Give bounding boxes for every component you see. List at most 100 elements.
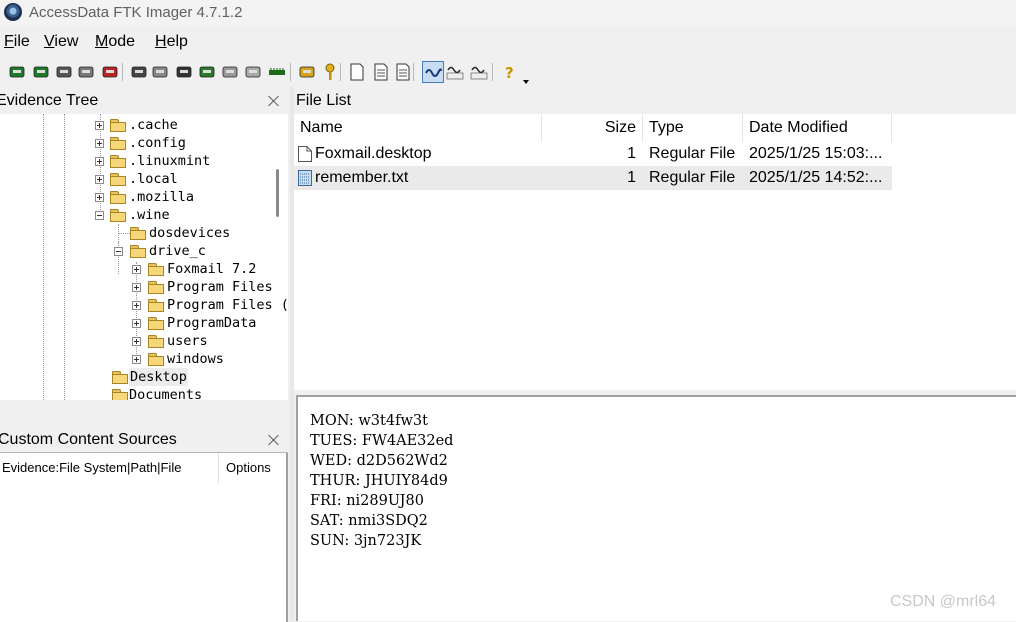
folder-icon <box>112 371 128 384</box>
image-mount-icon[interactable] <box>55 63 73 81</box>
tree-item[interactable]: dosdevices <box>0 224 288 242</box>
ccs-column-evidence[interactable]: Evidence:File System|Path|File <box>0 453 219 483</box>
menu-mode[interactable]: Mode <box>95 33 135 51</box>
toolbar-separator <box>492 63 493 81</box>
tree-item-label: ProgramData <box>167 315 257 331</box>
tree-item[interactable]: ProgramData <box>0 314 288 332</box>
tree-item[interactable]: .config <box>0 134 288 152</box>
dropdown-arrow-icon[interactable] <box>522 72 530 84</box>
column-header-type[interactable]: Type <box>643 114 743 142</box>
evidence-tree-header: Evidence Tree <box>0 88 290 114</box>
file-size: 1 <box>627 169 636 186</box>
expand-icon[interactable] <box>95 193 104 202</box>
add-all-evidence-icon[interactable] <box>32 63 50 81</box>
expand-icon[interactable] <box>132 319 141 328</box>
tree-item[interactable]: .cache <box>0 116 288 134</box>
evidence-tree-title: Evidence Tree <box>0 92 99 109</box>
expand-icon[interactable] <box>95 157 104 166</box>
tree-item[interactable]: .wine <box>0 206 288 224</box>
column-name-label: Name <box>300 119 343 136</box>
text-view-icon[interactable] <box>446 63 464 81</box>
evidence-tree-close-icon[interactable] <box>268 95 280 107</box>
file-row[interactable]: Foxmail.desktop 1 Regular File 2025/1/25 15… <box>294 142 892 166</box>
tree-item[interactable]: Program Files (x86) <box>0 296 288 314</box>
expand-icon[interactable] <box>132 337 141 346</box>
file-type: Regular File <box>649 145 736 162</box>
tree-item-label: Foxmail 7.2 <box>167 261 257 277</box>
column-header-name[interactable]: Name <box>294 114 542 142</box>
tree-item[interactable]: Desktop <box>0 368 288 386</box>
file-date-modified: 2025/1/25 14:52:... <box>749 169 883 186</box>
collapse-icon[interactable] <box>114 247 123 256</box>
expand-icon[interactable] <box>132 301 141 310</box>
tree-item-label: windows <box>167 351 224 367</box>
tree-vertical-scrollbar[interactable] <box>276 169 279 217</box>
folder-icon <box>130 245 146 258</box>
ccs-column-options[interactable]: Options <box>219 453 288 483</box>
tree-item[interactable]: Program Files <box>0 278 288 296</box>
help-icon[interactable]: ? <box>500 63 518 82</box>
column-type-label: Type <box>649 119 684 136</box>
evidence-tree: .cache .config .linuxmint .local .mozilla .wi… <box>0 114 288 400</box>
app-logo-icon <box>4 3 22 21</box>
verify-drive-icon[interactable] <box>268 63 286 81</box>
new-file-icon[interactable] <box>348 63 366 81</box>
tree-item[interactable]: .mozilla <box>0 188 288 206</box>
expand-icon[interactable] <box>132 265 141 274</box>
expand-icon[interactable] <box>95 139 104 148</box>
expand-icon[interactable] <box>95 175 104 184</box>
auto-view-icon[interactable] <box>422 61 444 83</box>
expand-icon[interactable] <box>132 355 141 364</box>
hex-view-icon[interactable] <box>470 63 488 81</box>
tree-item[interactable]: .linuxmint <box>0 152 288 170</box>
tree-item[interactable]: windows <box>0 350 288 368</box>
tree-item-label: .mozilla <box>129 189 195 205</box>
folder-icon <box>148 263 164 276</box>
export-hash-list-icon[interactable] <box>298 63 316 81</box>
window-title: AccessData FTK Imager 4.7.1.2 <box>29 4 243 21</box>
ccs-border <box>286 453 288 622</box>
folder-icon <box>148 353 164 366</box>
tree-item[interactable]: .local <box>0 170 288 188</box>
add-evidence-icon[interactable] <box>8 63 26 81</box>
text-viewer[interactable]: MON: w3t4fw3t TUES: FW4AE32ed WED: d2D562W… <box>296 395 1016 621</box>
collapse-icon[interactable] <box>95 211 104 220</box>
pane-splitter[interactable] <box>290 86 294 621</box>
capture-memory-icon[interactable] <box>175 63 193 81</box>
export-files-icon[interactable] <box>244 63 262 81</box>
menu-file[interactable]: File <box>4 33 30 51</box>
file-row[interactable]: remember.txt 1 Regular File 2025/1/25 14:52… <box>294 166 892 190</box>
export-disk-image-icon[interactable] <box>151 63 169 81</box>
viewer-text-line: SUN: 3jn723JK <box>310 533 422 549</box>
tree-item-label: Documents <box>129 387 203 400</box>
column-header-date-modified[interactable]: Date Modified <box>743 114 892 142</box>
custom-content-close-icon[interactable] <box>268 434 280 446</box>
ccs-column-options-label: Options <box>226 460 271 475</box>
tree-item-label: dosdevices <box>149 225 231 241</box>
folder-icon <box>112 389 128 400</box>
file-properties-icon[interactable] <box>372 63 390 81</box>
tree-item[interactable]: Documents <box>0 386 288 400</box>
file-name: Foxmail.desktop <box>315 145 432 162</box>
custom-content-icon[interactable] <box>321 63 339 81</box>
detect-encryption-icon[interactable] <box>221 63 239 81</box>
expand-icon[interactable] <box>95 121 104 130</box>
remove-evidence-icon[interactable] <box>77 63 95 81</box>
tree-item[interactable]: drive_c <box>0 242 288 260</box>
folder-icon <box>110 119 126 132</box>
menu-help[interactable]: Help <box>155 33 188 51</box>
obtain-protected-files-icon[interactable] <box>198 63 216 81</box>
menu-view[interactable]: View <box>44 33 78 51</box>
remove-all-icon[interactable] <box>101 63 119 81</box>
expand-icon[interactable] <box>132 283 141 292</box>
tree-item[interactable]: users <box>0 332 288 350</box>
viewer-text-line: MON: w3t4fw3t <box>310 413 428 429</box>
tree-item[interactable]: Foxmail 7.2 <box>0 260 288 278</box>
folder-icon <box>148 335 164 348</box>
viewer-text-line: SAT: nmi3SDQ2 <box>310 513 428 529</box>
properties-icon[interactable] <box>394 63 412 81</box>
folder-icon <box>148 317 164 330</box>
column-header-size[interactable]: Size <box>542 114 643 142</box>
create-disk-image-icon[interactable] <box>130 63 148 81</box>
folder-icon <box>110 155 126 168</box>
